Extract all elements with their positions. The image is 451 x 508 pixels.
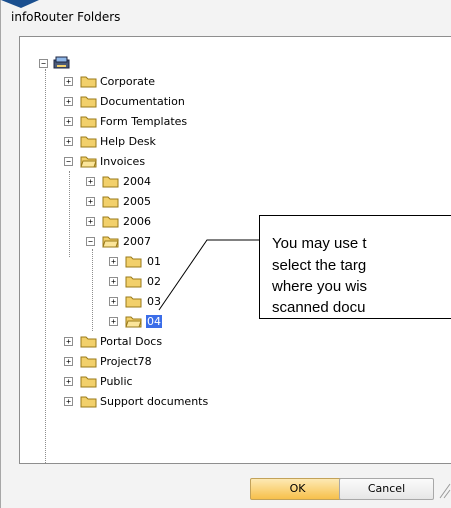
window-corner-accent-icon — [1, 0, 39, 8]
tree-item-label: 04 — [146, 315, 162, 328]
folder-icon — [102, 216, 119, 228]
tree-item-label: 02 — [147, 275, 161, 288]
computer-root-icon — [53, 56, 70, 69]
open-folder-icon — [125, 316, 142, 328]
tree-item-label: Form Templates — [100, 115, 188, 128]
tree-item-label: Project78 — [100, 355, 152, 368]
expand-toggle[interactable]: + — [109, 257, 118, 266]
collapse-toggle[interactable]: − — [39, 59, 48, 68]
folder-icon — [125, 276, 142, 288]
folder-icon — [80, 336, 97, 348]
ok-button[interactable]: OK — [250, 478, 345, 500]
tree-item-label: Corporate — [100, 75, 155, 88]
collapse-toggle[interactable]: − — [64, 157, 73, 166]
tree-item-label: Public — [100, 375, 133, 388]
tree-item-label: 01 — [147, 255, 161, 268]
folder-icon — [102, 176, 119, 188]
folder-icon — [80, 96, 97, 108]
tree-item-label: 03 — [147, 295, 161, 308]
tree-item-label: Support documents — [100, 395, 209, 408]
cancel-button[interactable]: Cancel — [339, 478, 434, 500]
expand-toggle[interactable]: + — [64, 117, 73, 126]
tree-item-support-documents[interactable]: + Support documents — [20, 393, 320, 411]
tree-item-help-desk[interactable]: + Help Desk — [20, 133, 320, 151]
open-folder-icon — [102, 236, 119, 248]
callout-line: You may use t — [272, 235, 367, 252]
folder-icon — [80, 116, 97, 128]
expand-toggle[interactable]: + — [86, 197, 95, 206]
resize-grip-icon[interactable] — [438, 478, 451, 500]
folder-icon — [102, 196, 119, 208]
folder-icon — [125, 256, 142, 268]
tree-item-project78[interactable]: + Project78 — [20, 353, 320, 371]
title-bar[interactable]: infoRouter Folders — [1, 0, 451, 36]
tree-item-public[interactable]: + Public — [20, 373, 320, 391]
expand-toggle[interactable]: + — [86, 217, 95, 226]
tree-item-label: 2005 — [123, 195, 151, 208]
tree-item-corporate[interactable]: + Corporate — [20, 73, 320, 91]
expand-toggle[interactable]: + — [86, 177, 95, 186]
folder-icon — [80, 136, 97, 148]
open-folder-icon — [80, 156, 97, 168]
folder-icon — [80, 396, 97, 408]
folder-icon — [125, 296, 142, 308]
window-title: infoRouter Folders — [11, 10, 121, 24]
tree-item-label: 2006 — [123, 215, 151, 228]
tree-item-portal-docs[interactable]: + Portal Docs — [20, 333, 320, 351]
expand-toggle[interactable]: + — [109, 277, 118, 286]
expand-toggle[interactable]: + — [64, 137, 73, 146]
tree-item-documentation[interactable]: + Documentation — [20, 93, 320, 111]
collapse-toggle[interactable]: − — [86, 237, 95, 246]
expand-toggle[interactable]: + — [109, 297, 118, 306]
expand-toggle[interactable]: + — [109, 317, 118, 326]
tree-item-label: Invoices — [100, 155, 146, 168]
tree-item-label: Help Desk — [100, 135, 156, 148]
tree-item-invoices[interactable]: − Invoices — [20, 153, 320, 171]
folders-dialog: infoRouter Folders − + Corporate + Docum… — [0, 0, 451, 508]
tree-item-2004[interactable]: + 2004 — [20, 173, 320, 191]
folder-icon — [80, 76, 97, 88]
tree-item-2005[interactable]: + 2005 — [20, 193, 320, 211]
instruction-callout: You may use t select the targ where you … — [259, 215, 451, 319]
tree-root[interactable]: − — [20, 55, 320, 73]
callout-line: scanned docu — [272, 299, 366, 316]
tree-item-label: 2004 — [123, 175, 151, 188]
tree-item-label: 2007 — [123, 235, 151, 248]
expand-toggle[interactable]: + — [64, 77, 73, 86]
tree-item-label: Documentation — [100, 95, 185, 108]
expand-toggle[interactable]: + — [64, 97, 73, 106]
expand-toggle[interactable]: + — [64, 357, 73, 366]
expand-toggle[interactable]: + — [64, 397, 73, 406]
tree-item-label: Portal Docs — [100, 335, 163, 348]
expand-toggle[interactable]: + — [64, 377, 73, 386]
folder-icon — [80, 376, 97, 388]
tree-item-form-templates[interactable]: + Form Templates — [20, 113, 320, 131]
expand-toggle[interactable]: + — [64, 337, 73, 346]
folder-icon — [80, 356, 97, 368]
